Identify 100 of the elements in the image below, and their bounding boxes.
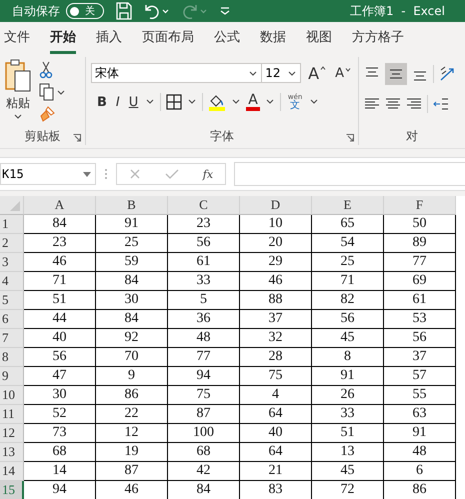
table-cell: 46 — [240, 272, 312, 291]
table-cell: 91 — [384, 424, 456, 443]
row-header[interactable]: 15 — [0, 481, 24, 499]
caret-icon[interactable] — [288, 70, 296, 76]
table-cell: 84 — [96, 272, 168, 291]
scissors-icon[interactable] — [39, 61, 53, 79]
table-cell: 70 — [96, 348, 168, 367]
table-cell: 29 — [240, 253, 312, 272]
caret-icon[interactable] — [309, 99, 320, 105]
row-header[interactable]: 4 — [0, 272, 24, 291]
table-cell: 12 — [96, 424, 168, 443]
column-header[interactable]: E — [312, 196, 384, 215]
table-cell: 69 — [384, 272, 456, 291]
ribbon-tab[interactable]: 插入 — [96, 22, 122, 54]
row-header[interactable]: 6 — [0, 310, 24, 329]
column-header[interactable]: F — [384, 196, 456, 215]
row-header[interactable]: 12 — [0, 424, 24, 443]
table-cell: 91 — [96, 215, 168, 234]
table-cell: 87 — [168, 405, 240, 424]
ribbon-tab[interactable]: 页面布局 — [142, 22, 194, 54]
triangle-icon — [10, 201, 20, 211]
table-cell: 33 — [168, 272, 240, 291]
table-cell: 10 — [240, 215, 312, 234]
dialog-launcher-icon[interactable] — [346, 134, 354, 142]
autosave-label: 自动保存 — [12, 2, 60, 20]
insert-function-button[interactable]: fx — [202, 168, 214, 180]
table-cell: 88 — [240, 291, 312, 310]
table-cell: 77 — [168, 348, 240, 367]
fill-color-icon[interactable] — [208, 94, 226, 110]
ribbon-tab[interactable]: 文件 — [4, 22, 30, 54]
paste-label[interactable]: 粘贴 — [6, 95, 30, 112]
row-header[interactable]: 14 — [0, 462, 24, 481]
underline-button[interactable]: U — [126, 94, 140, 110]
group-label: 字体 — [210, 128, 234, 144]
row-header[interactable]: 2 — [0, 234, 24, 253]
row-header[interactable]: 11 — [0, 405, 24, 424]
column-header[interactable]: A — [24, 196, 96, 215]
clipboard-icon[interactable] — [5, 59, 31, 93]
row-header[interactable]: 9 — [0, 367, 24, 386]
table-cell: 8 — [312, 348, 384, 367]
borders-icon[interactable] — [166, 94, 182, 110]
font-name-dropdown[interactable]: 宋体 — [91, 63, 262, 83]
table-cell: 84 — [24, 215, 96, 234]
column-header[interactable]: D — [240, 196, 312, 215]
table-cell: 53 — [384, 310, 456, 329]
ribbon-tab[interactable]: 视图 — [306, 22, 332, 54]
row-header[interactable]: 1 — [0, 215, 24, 234]
table-cell: 56 — [168, 234, 240, 253]
row-header[interactable]: 10 — [0, 386, 24, 405]
save-icon[interactable] — [116, 2, 132, 20]
caret-icon[interactable] — [187, 99, 198, 105]
table-cell: 14 — [24, 462, 96, 481]
bold-button[interactable]: B — [95, 94, 109, 110]
copy-icon[interactable] — [39, 83, 65, 101]
table-cell: 52 — [24, 405, 96, 424]
autosave-toggle[interactable]: 关 — [66, 3, 104, 19]
caret-icon[interactable] — [264, 99, 275, 105]
group-label: 剪贴板 — [24, 128, 60, 144]
caret-icon[interactable] — [145, 99, 156, 105]
table-cell: 26 — [312, 386, 384, 405]
undo-icon[interactable] — [144, 3, 170, 19]
customize-caret-icon[interactable] — [220, 6, 230, 16]
grow-font-button[interactable]: A — [306, 64, 328, 82]
italic-button[interactable]: I — [114, 94, 122, 110]
table-cell: 84 — [96, 310, 168, 329]
table-cell: 77 — [384, 253, 456, 272]
font-size-dropdown[interactable]: 12 — [261, 63, 302, 83]
table-cell: 25 — [96, 234, 168, 253]
shrink-font-button[interactable]: A — [333, 66, 353, 80]
font-color-button[interactable]: A — [246, 93, 260, 111]
align-middle-icon[interactable] — [385, 63, 407, 85]
column-header[interactable]: C — [168, 196, 240, 215]
formula-input[interactable] — [234, 162, 465, 186]
ribbon-tab[interactable]: 数据 — [260, 22, 286, 54]
table-cell: 28 — [240, 348, 312, 367]
row-header[interactable]: 8 — [0, 348, 24, 367]
table-cell: 42 — [168, 462, 240, 481]
table-cell: 51 — [24, 291, 96, 310]
decrease-indent-icon[interactable] — [433, 96, 449, 112]
row-header[interactable]: 7 — [0, 329, 24, 348]
caret-icon[interactable] — [13, 114, 23, 120]
column-header[interactable]: B — [96, 196, 168, 215]
table-cell: 51 — [312, 424, 384, 443]
table-cell: 48 — [384, 443, 456, 462]
dialog-launcher-icon[interactable] — [73, 134, 81, 142]
caret-icon[interactable] — [249, 70, 258, 76]
table-cell: 40 — [240, 424, 312, 443]
table-cell: 100 — [168, 424, 240, 443]
caret-icon[interactable] — [231, 99, 242, 105]
table-cell: 61 — [168, 253, 240, 272]
row-header[interactable]: 5 — [0, 291, 24, 310]
table-cell: 56 — [312, 310, 384, 329]
row-header[interactable]: 3 — [0, 253, 24, 272]
name-box[interactable]: K15 — [0, 163, 96, 185]
row-header[interactable]: 13 — [0, 443, 24, 462]
table-cell: 4 — [240, 386, 312, 405]
table-cell: 13 — [312, 443, 384, 462]
ribbon-tab[interactable]: 公式 — [214, 22, 240, 54]
table-cell: 94 — [168, 367, 240, 386]
ribbon-tab[interactable]: 方方格子 — [352, 22, 404, 54]
